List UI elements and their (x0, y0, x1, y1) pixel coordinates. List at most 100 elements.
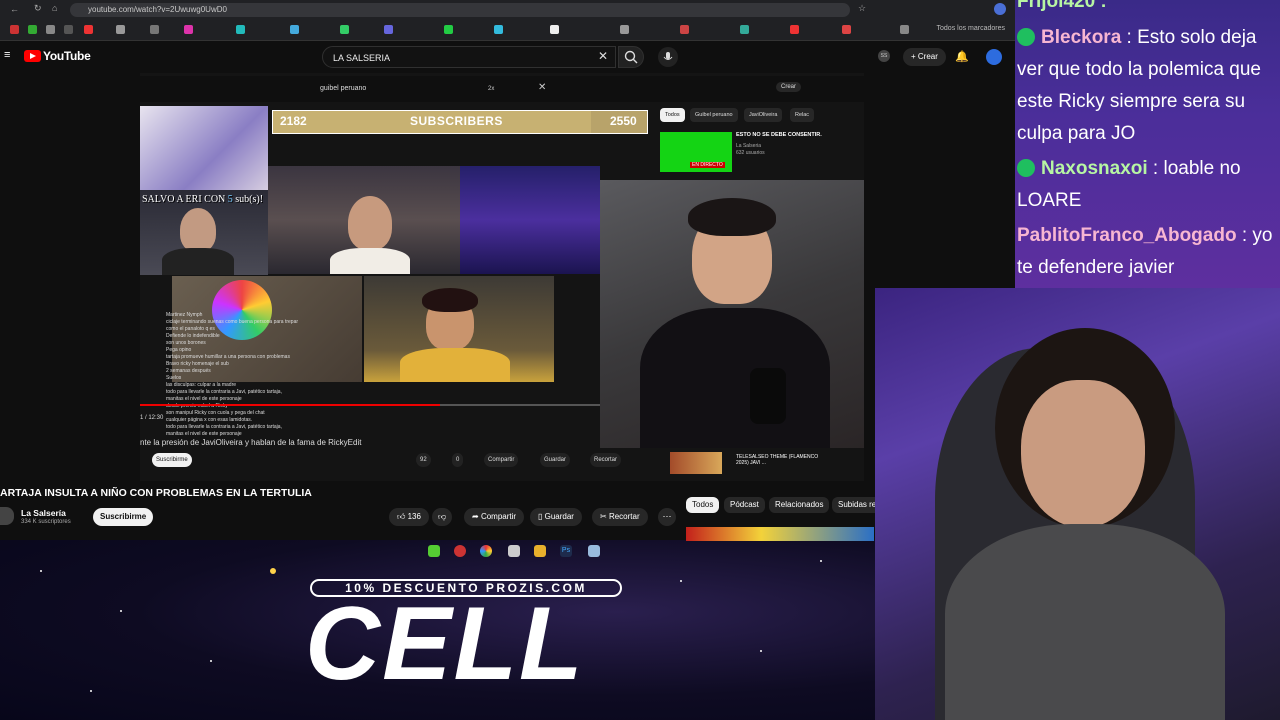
recommended-thumbnail[interactable] (686, 527, 874, 541)
chip-podcast[interactable]: Pódcast (724, 497, 765, 513)
inner-clip-button: Recortar (590, 453, 622, 467)
bookmarks-label[interactable]: Todos los marcadores (937, 25, 1005, 32)
app-icon[interactable] (588, 545, 600, 557)
subscriber-goal: 2550 (610, 114, 637, 128)
inner-chip: Relac (790, 108, 815, 122)
bookmark-icon[interactable] (340, 25, 349, 34)
bookmark-icon[interactable] (444, 25, 453, 34)
bookmark-icon[interactable] (842, 25, 851, 34)
bookmark-icon[interactable] (150, 25, 159, 34)
chat-username: Frijol420 (1017, 0, 1096, 12)
overlay-chat-line: Pega opino (166, 347, 192, 353)
chrome-icon[interactable] (480, 545, 492, 557)
youtube-logo-text[interactable]: YouTube (43, 49, 91, 63)
inner-share-button: Compartir (484, 453, 519, 467)
channel-subscribers: 334 K suscriptores (21, 519, 71, 525)
chip-all[interactable]: Todos (686, 497, 720, 513)
chat-badge-icon (1017, 159, 1035, 177)
bookmark-icon[interactable] (740, 25, 749, 34)
channel-avatar[interactable] (0, 507, 14, 525)
bookmark-icon[interactable] (64, 25, 73, 34)
photoshop-icon[interactable]: Ps (560, 545, 572, 557)
webcam-right-purple (460, 166, 600, 274)
share-label: Compartir (480, 512, 517, 521)
bookmark-icon[interactable] (46, 25, 55, 34)
chip-related[interactable]: Relacionados (769, 497, 830, 513)
bookmark-icon[interactable] (28, 25, 37, 34)
like-count: 136 (407, 512, 421, 521)
bookmark-icon: ▯ (538, 512, 545, 521)
app-icon[interactable] (508, 545, 520, 557)
overlay-chat-line: Suelos (166, 375, 182, 381)
overlay-chat-line: todo para llevarle la contraria a Javi, … (166, 424, 282, 430)
reload-icon[interactable]: ↻ (34, 3, 42, 14)
overlay-chat-line: como el panaloto q es (166, 326, 215, 332)
notifications-bell-icon[interactable]: 🔔 (955, 50, 969, 63)
overlay-chat-line: 2 semanas después (166, 368, 211, 374)
share-icon: ➦ (472, 512, 481, 521)
side-video-title: ESTO NO SE DEBE CONSENTIR. (736, 132, 822, 138)
overlay-chat-line: son manipul Ricky con cuola y pega del c… (166, 410, 265, 416)
chat-username: Bleckora (1041, 27, 1122, 48)
bookmark-icon[interactable] (116, 25, 125, 34)
clip-label: Recortar (608, 512, 640, 521)
share-button[interactable]: ➦ Compartir (464, 508, 525, 526)
avatar[interactable] (986, 49, 1002, 65)
bookmark-icon[interactable] (620, 25, 629, 34)
address-bar[interactable]: youtube.com/watch?v=2Uwuwg0UwD0 (70, 3, 850, 17)
inner-search-input: guibel peruano (320, 85, 367, 92)
dislike-button[interactable]: 👎︎ (432, 508, 453, 526)
home-icon[interactable]: ⌂ (52, 3, 57, 13)
chat-badge-icon (1017, 28, 1035, 46)
streamer-webcam (875, 288, 1280, 720)
save-label: Guardar (544, 512, 574, 521)
overlay-chat-line: las disculpas: culpar a la madre (166, 382, 237, 388)
inner-dislike-count: 0 (452, 453, 464, 467)
app-icon[interactable] (428, 545, 440, 557)
bottom-side-thumbnail (670, 452, 722, 474)
overlay-chat-line: todo para llevarle la contraria a Javi, … (166, 389, 282, 395)
inner-create-button: Crear (776, 82, 802, 92)
scissors-icon: ✂ (600, 512, 609, 521)
more-actions-button[interactable]: ⋯ (658, 508, 676, 526)
inner-like-count: 92 (416, 453, 431, 467)
video-title: ARTAJA INSULTA A NIÑO CON PROBLEMAS EN L… (0, 487, 312, 499)
search-input[interactable]: LA SALSERIA (322, 46, 616, 68)
like-button[interactable]: 👍︎ 136 (389, 508, 429, 526)
chat-message: PablitoFranco_Abogado : yo te defendere … (1017, 225, 1273, 278)
star-icon[interactable]: ☆ (858, 3, 866, 14)
bookmark-icon[interactable] (550, 25, 559, 34)
inner-save-button: Guardar (540, 453, 571, 467)
bookmark-icon[interactable] (900, 25, 909, 34)
microphone-button[interactable] (658, 47, 678, 67)
inner-close-icon: ✕ (538, 82, 547, 93)
back-icon[interactable]: ← (10, 4, 19, 14)
subscriber-label: SUBSCRIBERS (410, 114, 503, 128)
clear-search-icon[interactable]: ✕ (598, 49, 608, 63)
bookmark-icon[interactable] (790, 25, 799, 34)
clip-button[interactable]: ✂ Recortar (592, 508, 648, 526)
bookmark-icon[interactable] (236, 25, 245, 34)
channel-name[interactable]: La Salsería (21, 508, 66, 518)
bookmark-icon[interactable] (184, 25, 193, 34)
menu-icon[interactable]: ≡ (4, 49, 10, 61)
app-icon[interactable] (454, 545, 466, 557)
bookmark-icon[interactable] (10, 25, 19, 34)
bookmark-icon[interactable] (84, 25, 93, 34)
create-button[interactable]: + Crear (903, 48, 946, 66)
bookmark-icon[interactable] (680, 25, 689, 34)
inner-chip: Todos (660, 108, 685, 122)
account-badge[interactable]: SS (878, 50, 890, 62)
subscribe-button[interactable]: Suscribirme (93, 508, 154, 526)
bookmark-icon[interactable] (290, 25, 299, 34)
bookmark-icon[interactable] (494, 25, 503, 34)
save-button[interactable]: ▯ Guardar (530, 508, 582, 526)
profile-icon[interactable] (994, 3, 1006, 15)
browser-toolbar: ← ↻ ⌂ youtube.com/watch?v=2Uwuwg0UwD0 ☆ (0, 0, 1015, 20)
overlay-chat-line: cualquier página x con esas lamidotas. (166, 417, 253, 423)
folder-icon[interactable] (534, 545, 546, 557)
youtube-logo-icon[interactable] (24, 50, 41, 62)
bookmark-icon[interactable] (384, 25, 393, 34)
video-progress-fill (140, 404, 440, 406)
search-button[interactable] (618, 46, 644, 68)
